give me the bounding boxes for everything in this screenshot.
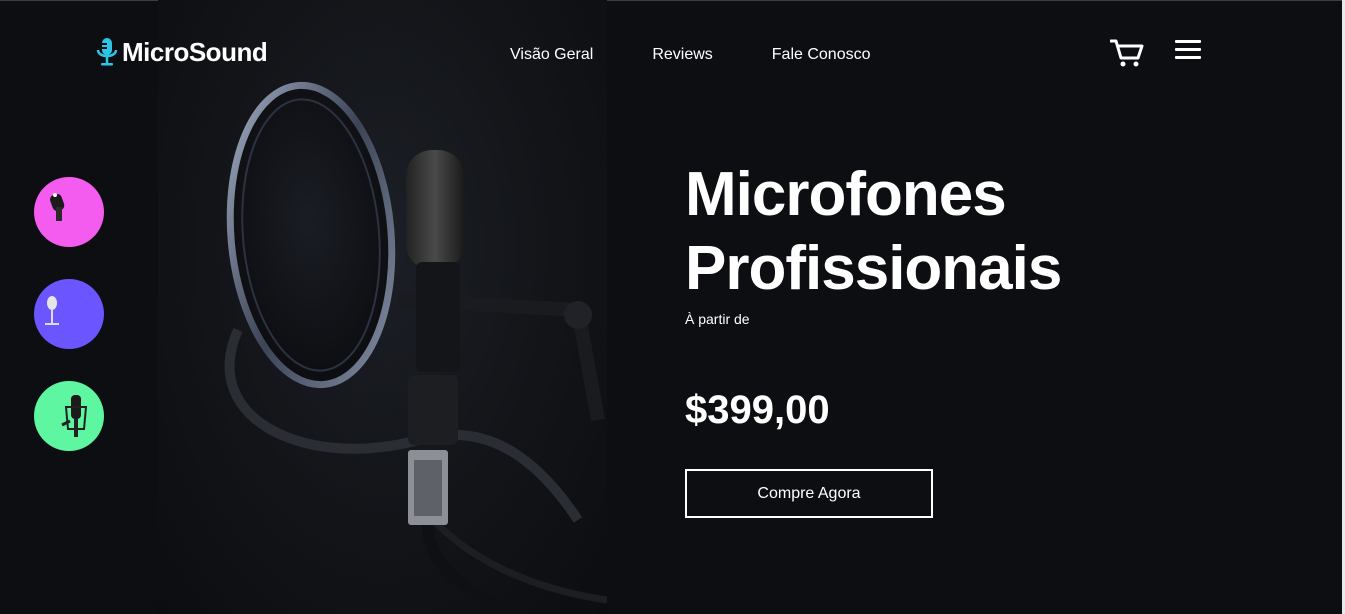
price: $399,00 xyxy=(685,388,830,432)
nav-overview[interactable]: Visão Geral xyxy=(510,46,593,64)
condenser-microphone-thumb-icon xyxy=(34,381,104,451)
buy-now-button[interactable]: Compre Agora xyxy=(685,469,933,518)
thumbnail-mic-purple[interactable] xyxy=(34,279,104,349)
nav-contact[interactable]: Fale Conosco xyxy=(772,46,871,64)
thumbnail-mic-pink[interactable] xyxy=(34,177,104,247)
main-nav: Visão Geral Reviews Fale Conosco xyxy=(510,46,871,64)
microphone-thumb-icon xyxy=(34,177,104,247)
logo-text: MicroSound xyxy=(122,36,268,67)
hero-title-line2: Profissionais xyxy=(685,234,1062,303)
cart-icon[interactable] xyxy=(1110,38,1144,68)
hero-title-line1: Microfones xyxy=(685,160,1007,229)
nav-reviews[interactable]: Reviews xyxy=(652,46,712,64)
hero-title: Microfones Profissionais xyxy=(685,158,1062,306)
price-prefix: À partir de xyxy=(685,311,750,327)
microphone-icon xyxy=(96,38,118,66)
hero-microphone-image xyxy=(158,0,607,614)
hamburger-menu-icon[interactable] xyxy=(1175,40,1201,60)
thumbnail-mic-green[interactable] xyxy=(34,381,104,451)
vintage-microphone-thumb-icon xyxy=(34,279,104,349)
logo[interactable]: MicroSound xyxy=(95,36,268,68)
